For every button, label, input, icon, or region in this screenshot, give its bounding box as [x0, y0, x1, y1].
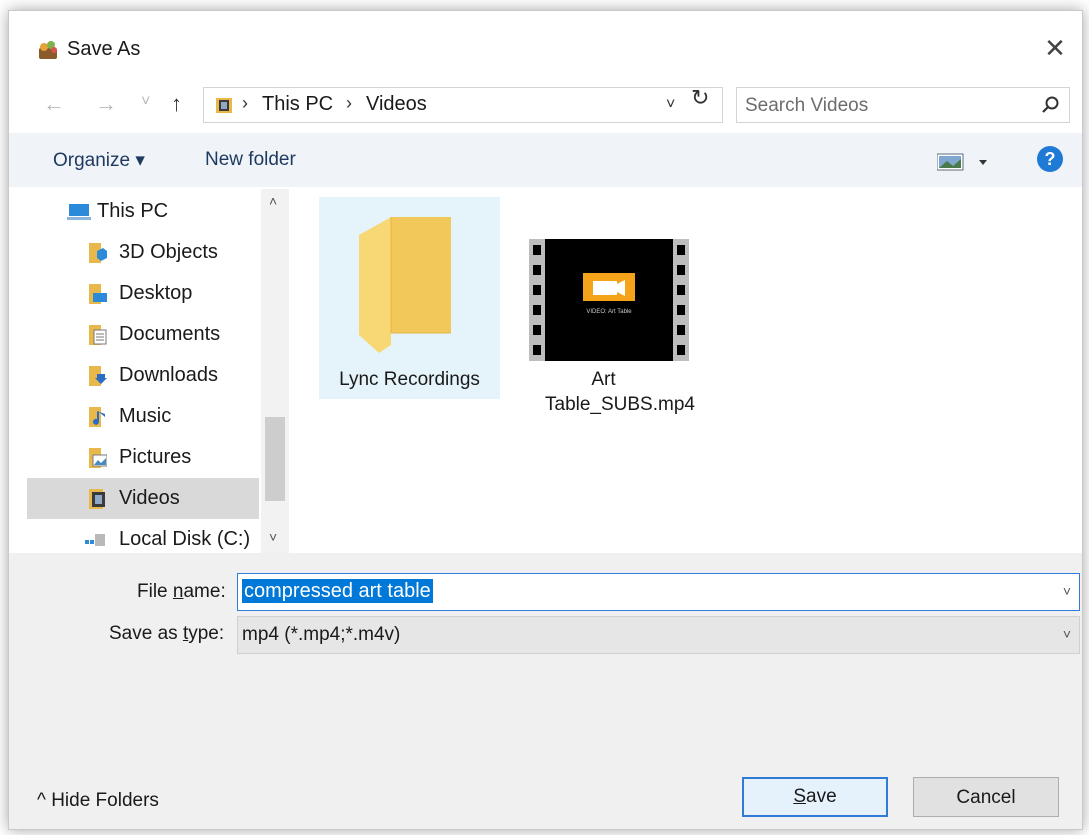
save-form-area: File name: compressed art table ˅ Save a… [9, 553, 1082, 829]
address-row: ← → ˅ ↑ › This PC › Videos ˅ ↻ Search Vi… [9, 83, 1082, 123]
window-title: Save As [67, 38, 141, 60]
documents-folder-icon [89, 325, 107, 345]
navigation-pane: This PC 3D Objects Desktop Documents Dow… [27, 189, 289, 553]
file-name-value: compressed art table [242, 579, 433, 603]
search-icon[interactable] [1041, 95, 1061, 115]
desktop-folder-icon [89, 284, 107, 304]
breadcrumb-videos[interactable]: Videos [366, 93, 427, 116]
close-button[interactable]: ✕ [1040, 33, 1070, 63]
sidebar-item-desktop[interactable]: Desktop [27, 273, 259, 314]
navigation-scrollbar[interactable]: ˄ ˅ [261, 189, 289, 553]
scroll-down-button[interactable]: ˅ [269, 529, 277, 545]
help-button[interactable]: ? [1037, 146, 1063, 172]
file-name-dropdown-icon[interactable]: ˅ [1063, 583, 1071, 599]
save-button[interactable]: Save [742, 777, 888, 817]
breadcrumb-separator[interactable]: › [242, 93, 248, 114]
video-thumbnail: VIDEO: Art Table [529, 239, 689, 361]
downloads-folder-icon [89, 366, 107, 386]
computer-icon [67, 204, 91, 220]
sidebar-item-videos[interactable]: Videos [27, 478, 259, 519]
sidebar-item-label: Music [119, 405, 172, 427]
sidebar-item-label: Documents [119, 323, 221, 345]
sidebar-item-pictures[interactable]: Pictures [27, 437, 259, 478]
sidebar-item-label: Desktop [119, 282, 193, 304]
folder-icon [359, 217, 451, 353]
title-bar: Save As ✕ [9, 11, 1082, 77]
file-list: Lync Recordings VIDEO: Art Table Art Tab… [299, 189, 1082, 553]
back-button[interactable]: ← [43, 91, 65, 117]
scrollbar-thumb[interactable] [265, 417, 285, 501]
sidebar-item-label: This PC [97, 200, 169, 222]
change-view-button[interactable] [937, 151, 997, 173]
file-item-art-table-video[interactable]: VIDEO: Art Table Art Table_SUBS.mp4 [513, 197, 695, 415]
sidebar-item-label: Local Disk (C:) [119, 528, 251, 550]
file-item-lync-recordings[interactable]: Lync Recordings [319, 197, 500, 399]
save-as-type-dropdown-icon[interactable]: ˅ [1063, 626, 1071, 642]
organize-menu[interactable]: Organize ▾ [53, 149, 145, 172]
file-name-input[interactable]: compressed art table ˅ [237, 573, 1080, 611]
scroll-up-button[interactable]: ˄ [269, 193, 277, 209]
command-bar: Organize ▾ New folder ? [9, 133, 1082, 187]
breadcrumb-this-pc[interactable]: This PC [262, 93, 333, 116]
save-as-type-label: Save as type: [109, 623, 225, 644]
file-item-label: Art Table_SUBS.mp4 [545, 369, 695, 415]
videos-folder-icon [216, 98, 232, 113]
sidebar-item-label: Videos [119, 487, 180, 509]
videos-folder-icon [89, 489, 105, 509]
drive-icon [85, 534, 105, 546]
breadcrumb-separator[interactable]: › [346, 93, 352, 114]
save-as-dialog: Save As ✕ ← → ˅ ↑ › This PC › Videos ˅ ↻… [8, 10, 1083, 830]
cancel-button[interactable]: Cancel [913, 777, 1059, 817]
music-folder-icon [89, 407, 105, 427]
hide-folders-button[interactable]: ^ Hide Folders [37, 790, 159, 812]
new-folder-button[interactable]: New folder [205, 149, 296, 171]
up-button[interactable]: ↑ [171, 91, 182, 117]
recent-locations-button[interactable]: ˅ [141, 93, 150, 111]
3d-objects-folder-icon [89, 243, 107, 263]
sidebar-item-this-pc[interactable]: This PC [27, 191, 259, 232]
sidebar-item-local-disk[interactable]: Local Disk (C:) [27, 519, 259, 553]
pictures-folder-icon [89, 448, 107, 468]
save-as-type-value: mp4 (*.mp4;*.m4v) [242, 624, 401, 645]
address-bar[interactable]: › This PC › Videos ˅ [203, 87, 723, 123]
sidebar-item-label: Downloads [119, 364, 218, 386]
search-input[interactable]: Search Videos [736, 87, 1070, 123]
save-as-type-select[interactable]: mp4 (*.mp4;*.m4v) ˅ [237, 616, 1080, 654]
sidebar-item-downloads[interactable]: Downloads [27, 355, 259, 396]
sidebar-item-label: Pictures [119, 446, 192, 468]
sidebar-item-label: 3D Objects [119, 241, 218, 263]
forward-button[interactable]: → [95, 91, 117, 117]
refresh-button[interactable]: ↻ [691, 85, 709, 111]
address-dropdown-button[interactable]: ˅ [666, 96, 675, 114]
search-placeholder: Search Videos [745, 95, 869, 116]
thumbnail-caption: VIDEO: Art Table [586, 309, 632, 315]
app-icon [39, 41, 57, 59]
sidebar-item-documents[interactable]: Documents [27, 314, 259, 355]
sidebar-item-3d-objects[interactable]: 3D Objects [27, 232, 259, 273]
sidebar-item-music[interactable]: Music [27, 396, 259, 437]
file-item-label: Lync Recordings [339, 369, 480, 390]
file-name-label: File name: [137, 581, 226, 602]
